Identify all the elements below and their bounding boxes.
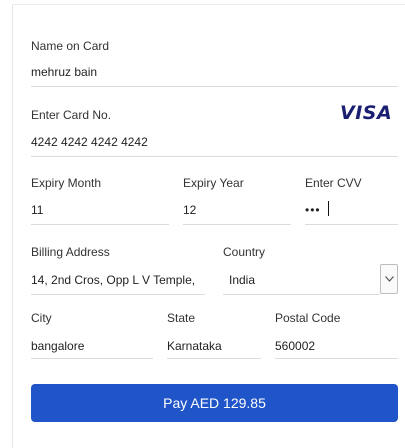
country-selected-value: India — [229, 273, 256, 287]
state-label: State — [167, 311, 196, 325]
expiry-month-label: Expiry Month — [31, 176, 102, 190]
postal-code-label: Postal Code — [275, 311, 341, 325]
state-input[interactable] — [167, 339, 252, 353]
name-on-card-input[interactable] — [31, 65, 391, 79]
cvv-underline — [305, 224, 398, 225]
state-underline — [167, 358, 261, 359]
cvv-label: Enter CVV — [305, 176, 362, 190]
country-select-arrow[interactable] — [380, 264, 398, 294]
country-select[interactable]: India — [223, 264, 398, 294]
visa-logo: VISA — [340, 102, 392, 124]
postal-code-input[interactable] — [275, 339, 385, 353]
chevron-down-icon — [385, 276, 394, 282]
cvv-input[interactable]: ••• — [305, 203, 321, 217]
card-number-input[interactable] — [31, 135, 321, 149]
text-caret — [328, 201, 329, 216]
card-brand-text: VISA — [340, 102, 393, 124]
expiry-month-underline — [31, 224, 169, 225]
billing-address-input[interactable] — [31, 273, 211, 287]
name-on-card-label: Name on Card — [31, 39, 110, 53]
name-on-card-underline — [31, 86, 398, 87]
expiry-year-input[interactable] — [183, 203, 273, 217]
expiry-month-input[interactable] — [31, 203, 151, 217]
postal-code-underline — [275, 358, 398, 359]
country-underline — [223, 294, 380, 295]
billing-address-underline — [31, 294, 205, 295]
card-number-label: Enter Card No. — [31, 108, 112, 122]
country-label: Country — [223, 245, 266, 259]
expiry-year-label: Expiry Year — [183, 176, 244, 190]
card-number-underline — [31, 156, 398, 157]
city-underline — [31, 358, 153, 359]
city-label: City — [31, 311, 52, 325]
expiry-year-underline — [183, 224, 291, 225]
pay-button[interactable]: Pay AED 129.85 — [31, 384, 398, 422]
city-input[interactable] — [31, 339, 141, 353]
billing-address-label: Billing Address — [31, 245, 110, 259]
